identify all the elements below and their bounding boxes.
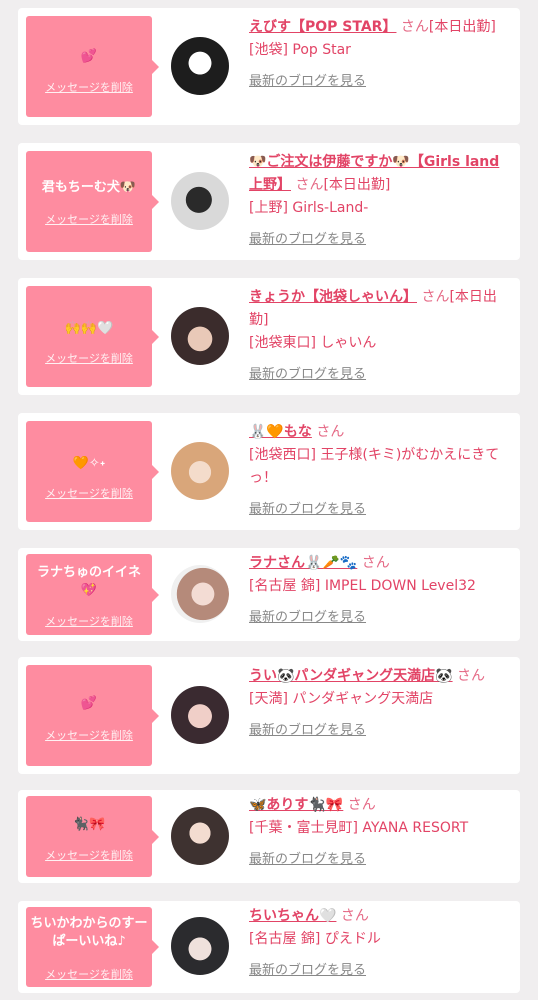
message-bubble: 🐈‍⬛🎀 メッセージを削除 xyxy=(26,796,159,877)
shop-name: [上野] Girls-Land- xyxy=(249,200,369,216)
san-suffix: さん xyxy=(295,177,324,193)
shop-name: [池袋] Pop Star xyxy=(249,42,351,58)
cast-name-link[interactable]: えびす【POP STAR】 xyxy=(249,19,396,35)
card-info: 🐶ご注文は伊藤ですか🐶【Girls land上野】 さん[本日出勤] [上野] … xyxy=(249,151,511,251)
message-text: 君もちーむ犬🐶 xyxy=(41,180,137,195)
shop-name: [池袋西口] 王子様(キミ)がむかえにきてっ！ xyxy=(249,447,500,486)
message-bubble: 君もちーむ犬🐶 メッセージを削除 xyxy=(26,151,159,252)
delete-message-link[interactable]: メッセージを削除 xyxy=(26,485,152,501)
avatar[interactable] xyxy=(171,37,229,95)
avatar[interactable] xyxy=(171,172,229,230)
delete-message-link[interactable]: メッセージを削除 xyxy=(26,613,152,629)
message-card: ちいかわからのすーぱーいいね♪ メッセージを削除 ちいちゃん🤍 さん [名古屋 … xyxy=(18,901,520,993)
latest-blog-link[interactable]: 最新のブログを見る xyxy=(249,498,366,521)
card-info: うい🐼パンダギャング天満店🐼 さん [天満] パンダギャング天満店 最新のブログ… xyxy=(249,665,511,742)
message-bubble: 💕 メッセージを削除 xyxy=(26,665,159,766)
delete-message-link[interactable]: メッセージを削除 xyxy=(26,966,152,982)
cast-name-link[interactable]: 🦋ありす🐈‍⬛🎀 xyxy=(249,797,343,813)
avatar[interactable] xyxy=(171,307,229,365)
message-text: 💕 xyxy=(80,49,98,64)
san-suffix: さん xyxy=(457,668,486,684)
message-bubble: 🧡✧˖ メッセージを削除 xyxy=(26,421,159,522)
message-text: ラナちゅのイイネ💖 xyxy=(36,565,141,598)
san-suffix: さん xyxy=(361,555,390,571)
delete-message-link[interactable]: メッセージを削除 xyxy=(26,727,152,743)
message-card: 君もちーむ犬🐶 メッセージを削除 🐶ご注文は伊藤ですか🐶【Girls land上… xyxy=(18,143,520,260)
san-suffix: さん xyxy=(340,908,369,924)
cast-name-link[interactable]: ラナさん🐰🥕🐾 xyxy=(249,555,357,571)
san-suffix: さん xyxy=(400,19,429,35)
shop-name: [千葉・富士見町] AYANA RESORT xyxy=(249,820,469,836)
delete-message-link[interactable]: メッセージを削除 xyxy=(26,847,152,863)
message-bubble: ラナちゅのイイネ💖 メッセージを削除 xyxy=(26,554,159,635)
shop-name: [名古屋 錦] IMPEL DOWN Level32 xyxy=(249,578,476,594)
message-bubble: 🙌🙌🤍 メッセージを削除 xyxy=(26,286,159,387)
status-text: [本日出勤] xyxy=(323,177,391,193)
message-card: 💕 メッセージを削除 えびす【POP STAR】 さん[本日出勤] [池袋] P… xyxy=(18,8,520,125)
message-text: 🙌🙌🤍 xyxy=(64,321,114,336)
san-suffix: さん xyxy=(347,797,376,813)
shop-name: [名古屋 錦] ぴえドル xyxy=(249,931,381,947)
message-bubble: 💕 メッセージを削除 xyxy=(26,16,159,117)
card-info: ラナさん🐰🥕🐾 さん [名古屋 錦] IMPEL DOWN Level32 最新… xyxy=(249,552,511,629)
shop-name: [池袋東口] しゃいん xyxy=(249,335,377,351)
cast-name-link[interactable]: きょうか【池袋しゃいん】 xyxy=(249,289,417,305)
card-info: 🐰🧡もな さん [池袋西口] 王子様(キミ)がむかえにきてっ！ 最新のブログを見… xyxy=(249,421,511,521)
message-text: ちいかわからのすーぱーいいね♪ xyxy=(30,916,148,949)
message-bubble: ちいかわからのすーぱーいいね♪ メッセージを削除 xyxy=(26,907,159,987)
delete-message-link[interactable]: メッセージを削除 xyxy=(26,79,152,95)
message-text: 🧡✧˖ xyxy=(72,456,106,471)
delete-message-link[interactable]: メッセージを削除 xyxy=(26,350,152,366)
avatar[interactable] xyxy=(171,807,229,865)
latest-blog-link[interactable]: 最新のブログを見る xyxy=(249,719,366,742)
san-suffix: さん xyxy=(421,289,450,305)
latest-blog-link[interactable]: 最新のブログを見る xyxy=(249,848,366,871)
shop-name: [天満] パンダギャング天満店 xyxy=(249,691,434,707)
avatar[interactable] xyxy=(171,686,229,744)
message-card: ラナちゅのイイネ💖 メッセージを削除 ラナさん🐰🥕🐾 さん [名古屋 錦] IM… xyxy=(18,548,520,641)
message-card: 🧡✧˖ メッセージを削除 🐰🧡もな さん [池袋西口] 王子様(キミ)がむかえに… xyxy=(18,413,520,530)
card-info: 🦋ありす🐈‍⬛🎀 さん [千葉・富士見町] AYANA RESORT 最新のブロ… xyxy=(249,794,511,871)
card-info: えびす【POP STAR】 さん[本日出勤] [池袋] Pop Star 最新の… xyxy=(249,16,511,93)
message-card: 🙌🙌🤍 メッセージを削除 きょうか【池袋しゃいん】 さん[本日出勤] [池袋東口… xyxy=(18,278,520,395)
card-info: きょうか【池袋しゃいん】 さん[本日出勤] [池袋東口] しゃいん 最新のブログ… xyxy=(249,286,511,386)
latest-blog-link[interactable]: 最新のブログを見る xyxy=(249,959,366,982)
cast-name-link[interactable]: ちいちゃん🤍 xyxy=(249,908,336,924)
cast-name-link[interactable]: 🐰🧡もな xyxy=(249,424,312,440)
san-suffix: さん xyxy=(316,424,345,440)
avatar[interactable] xyxy=(171,442,229,500)
card-info: ちいちゃん🤍 さん [名古屋 錦] ぴえドル 最新のブログを見る xyxy=(249,905,511,982)
avatar[interactable] xyxy=(171,565,229,623)
message-text: 💕 xyxy=(80,696,98,711)
status-text: [本日出勤] xyxy=(428,19,496,35)
cast-name-link[interactable]: うい🐼パンダギャング天満店🐼 xyxy=(249,668,453,684)
message-card: 🐈‍⬛🎀 メッセージを削除 🦋ありす🐈‍⬛🎀 さん [千葉・富士見町] AYAN… xyxy=(18,790,520,883)
avatar[interactable] xyxy=(171,917,229,975)
delete-message-link[interactable]: メッセージを削除 xyxy=(26,211,152,227)
latest-blog-link[interactable]: 最新のブログを見る xyxy=(249,363,366,386)
latest-blog-link[interactable]: 最新のブログを見る xyxy=(249,228,366,251)
message-card: 💕 メッセージを削除 うい🐼パンダギャング天満店🐼 さん [天満] パンダギャン… xyxy=(18,657,520,774)
message-text: 🐈‍⬛🎀 xyxy=(72,817,106,832)
latest-blog-link[interactable]: 最新のブログを見る xyxy=(249,606,366,629)
latest-blog-link[interactable]: 最新のブログを見る xyxy=(249,70,366,93)
